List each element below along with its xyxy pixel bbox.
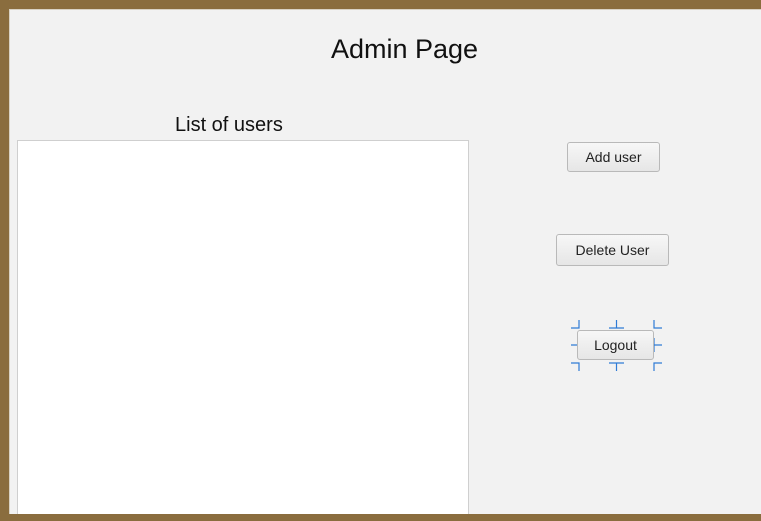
page-title: Admin Page (330, 34, 479, 64)
logout-button[interactable]: Logout (577, 330, 654, 360)
users-list[interactable] (17, 140, 469, 514)
users-list-label: List of users (175, 114, 283, 136)
add-user-button[interactable]: Add user (567, 142, 660, 172)
delete-user-button[interactable]: Delete User (556, 234, 669, 266)
admin-window: Admin Page List of users Add user Delete… (9, 9, 761, 514)
